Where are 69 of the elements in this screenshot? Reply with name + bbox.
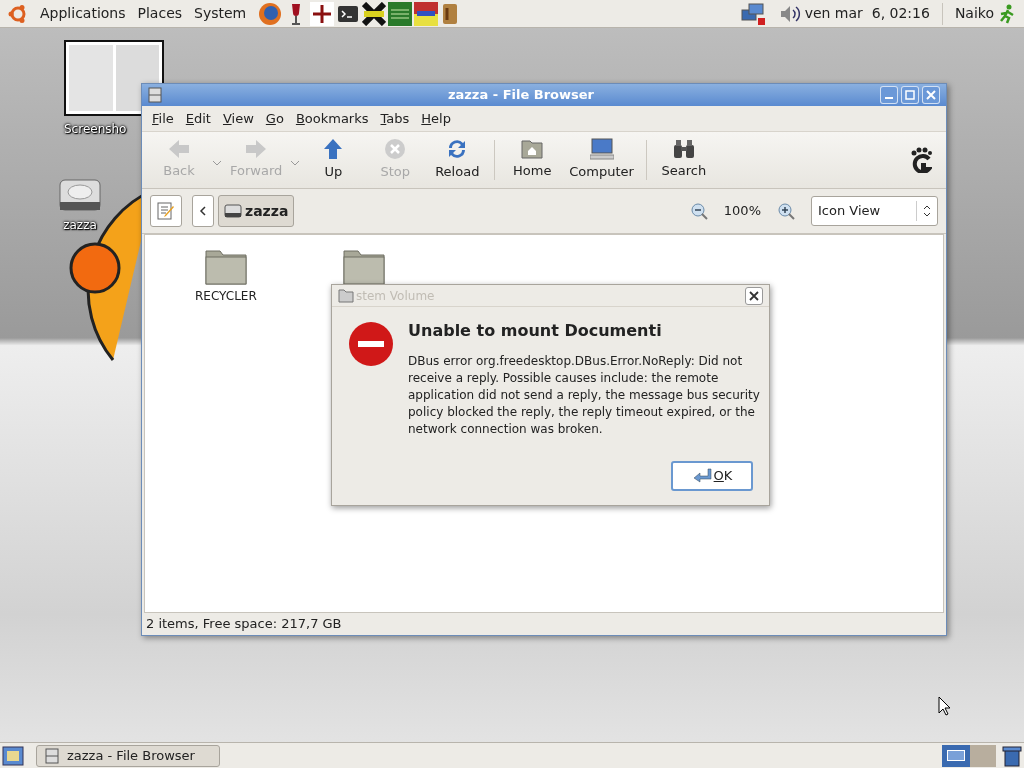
cabinet-icon bbox=[148, 87, 162, 103]
menu-item[interactable]: Go bbox=[265, 108, 284, 129]
zoom-in-icon[interactable] bbox=[777, 202, 795, 220]
menu-item[interactable]: View bbox=[222, 108, 254, 129]
workspace[interactable] bbox=[942, 744, 970, 767]
menu-item[interactable]: File bbox=[152, 108, 174, 129]
cross-icon[interactable] bbox=[310, 1, 335, 26]
toolbar-button[interactable]: Up bbox=[302, 138, 365, 182]
zoom-level: 100% bbox=[722, 202, 762, 221]
menu-item[interactable]: Edit bbox=[185, 108, 211, 129]
striped-tile-icon[interactable] bbox=[414, 1, 439, 26]
menu-item[interactable]: Help bbox=[421, 108, 451, 129]
dialog-message: DBus error org.freedesktop.DBus.Error.NoReply: Did not receive a reply. Possible causes include: the remote application did not send a reply, the message bus security policy blocked the reply, the reply timeout expired, or the network connection was broken. bbox=[408, 353, 761, 438]
zoom-out-icon[interactable] bbox=[689, 202, 708, 220]
mouse-pointer-icon bbox=[938, 696, 952, 716]
menu-item[interactable]: Tabs bbox=[380, 108, 410, 129]
ubuntu-logo-icon bbox=[8, 3, 28, 24]
hard-drive-icon[interactable] bbox=[58, 178, 102, 212]
view-select[interactable]: Icon View bbox=[811, 196, 938, 226]
up-down-caret-icon bbox=[923, 204, 931, 218]
ok-button[interactable]: OK bbox=[671, 461, 753, 491]
panel-menu[interactable]: System bbox=[194, 3, 247, 24]
close-icon bbox=[749, 290, 759, 301]
user-name[interactable]: Naiko bbox=[954, 3, 994, 24]
maximize-icon bbox=[905, 90, 915, 100]
folder-icon bbox=[338, 288, 354, 303]
running-figure-icon[interactable] bbox=[998, 3, 1016, 24]
foot-logo-icon bbox=[910, 147, 932, 173]
panel-menu[interactable]: Applications bbox=[40, 3, 126, 24]
board-icon[interactable] bbox=[388, 1, 413, 26]
folder-icon bbox=[204, 247, 247, 285]
minimize-icon bbox=[885, 97, 893, 99]
x-logo-icon[interactable] bbox=[362, 1, 387, 26]
enter-arrow-icon bbox=[691, 468, 712, 484]
show-desktop-icon[interactable] bbox=[2, 744, 24, 767]
globe-icon[interactable] bbox=[258, 1, 283, 26]
clock[interactable]: ven mar 6, 02:16 bbox=[804, 3, 930, 24]
window-title: zazza - File Browser bbox=[446, 86, 596, 105]
trash-icon[interactable] bbox=[1002, 744, 1022, 767]
toolbar-button[interactable]: Reload bbox=[426, 138, 489, 182]
toolbar-button[interactable]: Home bbox=[501, 139, 564, 181]
workspace-switcher[interactable] bbox=[942, 744, 996, 767]
up-arrow-icon bbox=[323, 138, 344, 161]
right-arrow-icon bbox=[245, 139, 268, 160]
network-computers-icon[interactable] bbox=[740, 1, 767, 26]
note-pencil-icon bbox=[156, 201, 176, 221]
left-arrow-icon bbox=[168, 139, 190, 160]
speaker-icon[interactable] bbox=[778, 3, 801, 24]
monitor-icon bbox=[589, 138, 614, 161]
drive-icon bbox=[224, 204, 242, 218]
close-button[interactable] bbox=[745, 286, 763, 305]
dialog-heading: Unable to mount Documenti bbox=[408, 320, 663, 342]
home-folder-icon bbox=[521, 139, 544, 160]
close-icon bbox=[926, 90, 936, 100]
cabinet-icon bbox=[45, 747, 59, 764]
panel-menu[interactable]: Places bbox=[137, 3, 183, 24]
path-button[interactable]: zazza bbox=[218, 195, 295, 227]
chevron-left-icon bbox=[199, 206, 207, 216]
toolbar-button[interactable]: Computer bbox=[563, 138, 640, 182]
minimize-button[interactable] bbox=[880, 86, 898, 104]
folder-label[interactable]: RECYCLER bbox=[195, 287, 257, 305]
menu-item[interactable]: Bookmarks bbox=[295, 108, 369, 129]
status-text: 2 items, Free space: 217,7 GB bbox=[146, 615, 342, 634]
binoculars-icon bbox=[671, 139, 696, 160]
toolbar-button[interactable]: Search bbox=[652, 139, 715, 181]
path-back-button[interactable] bbox=[192, 195, 214, 227]
error-icon bbox=[348, 321, 394, 367]
stop-icon bbox=[384, 138, 407, 161]
taskbar-button[interactable]: zazza - File Browser bbox=[36, 744, 220, 767]
